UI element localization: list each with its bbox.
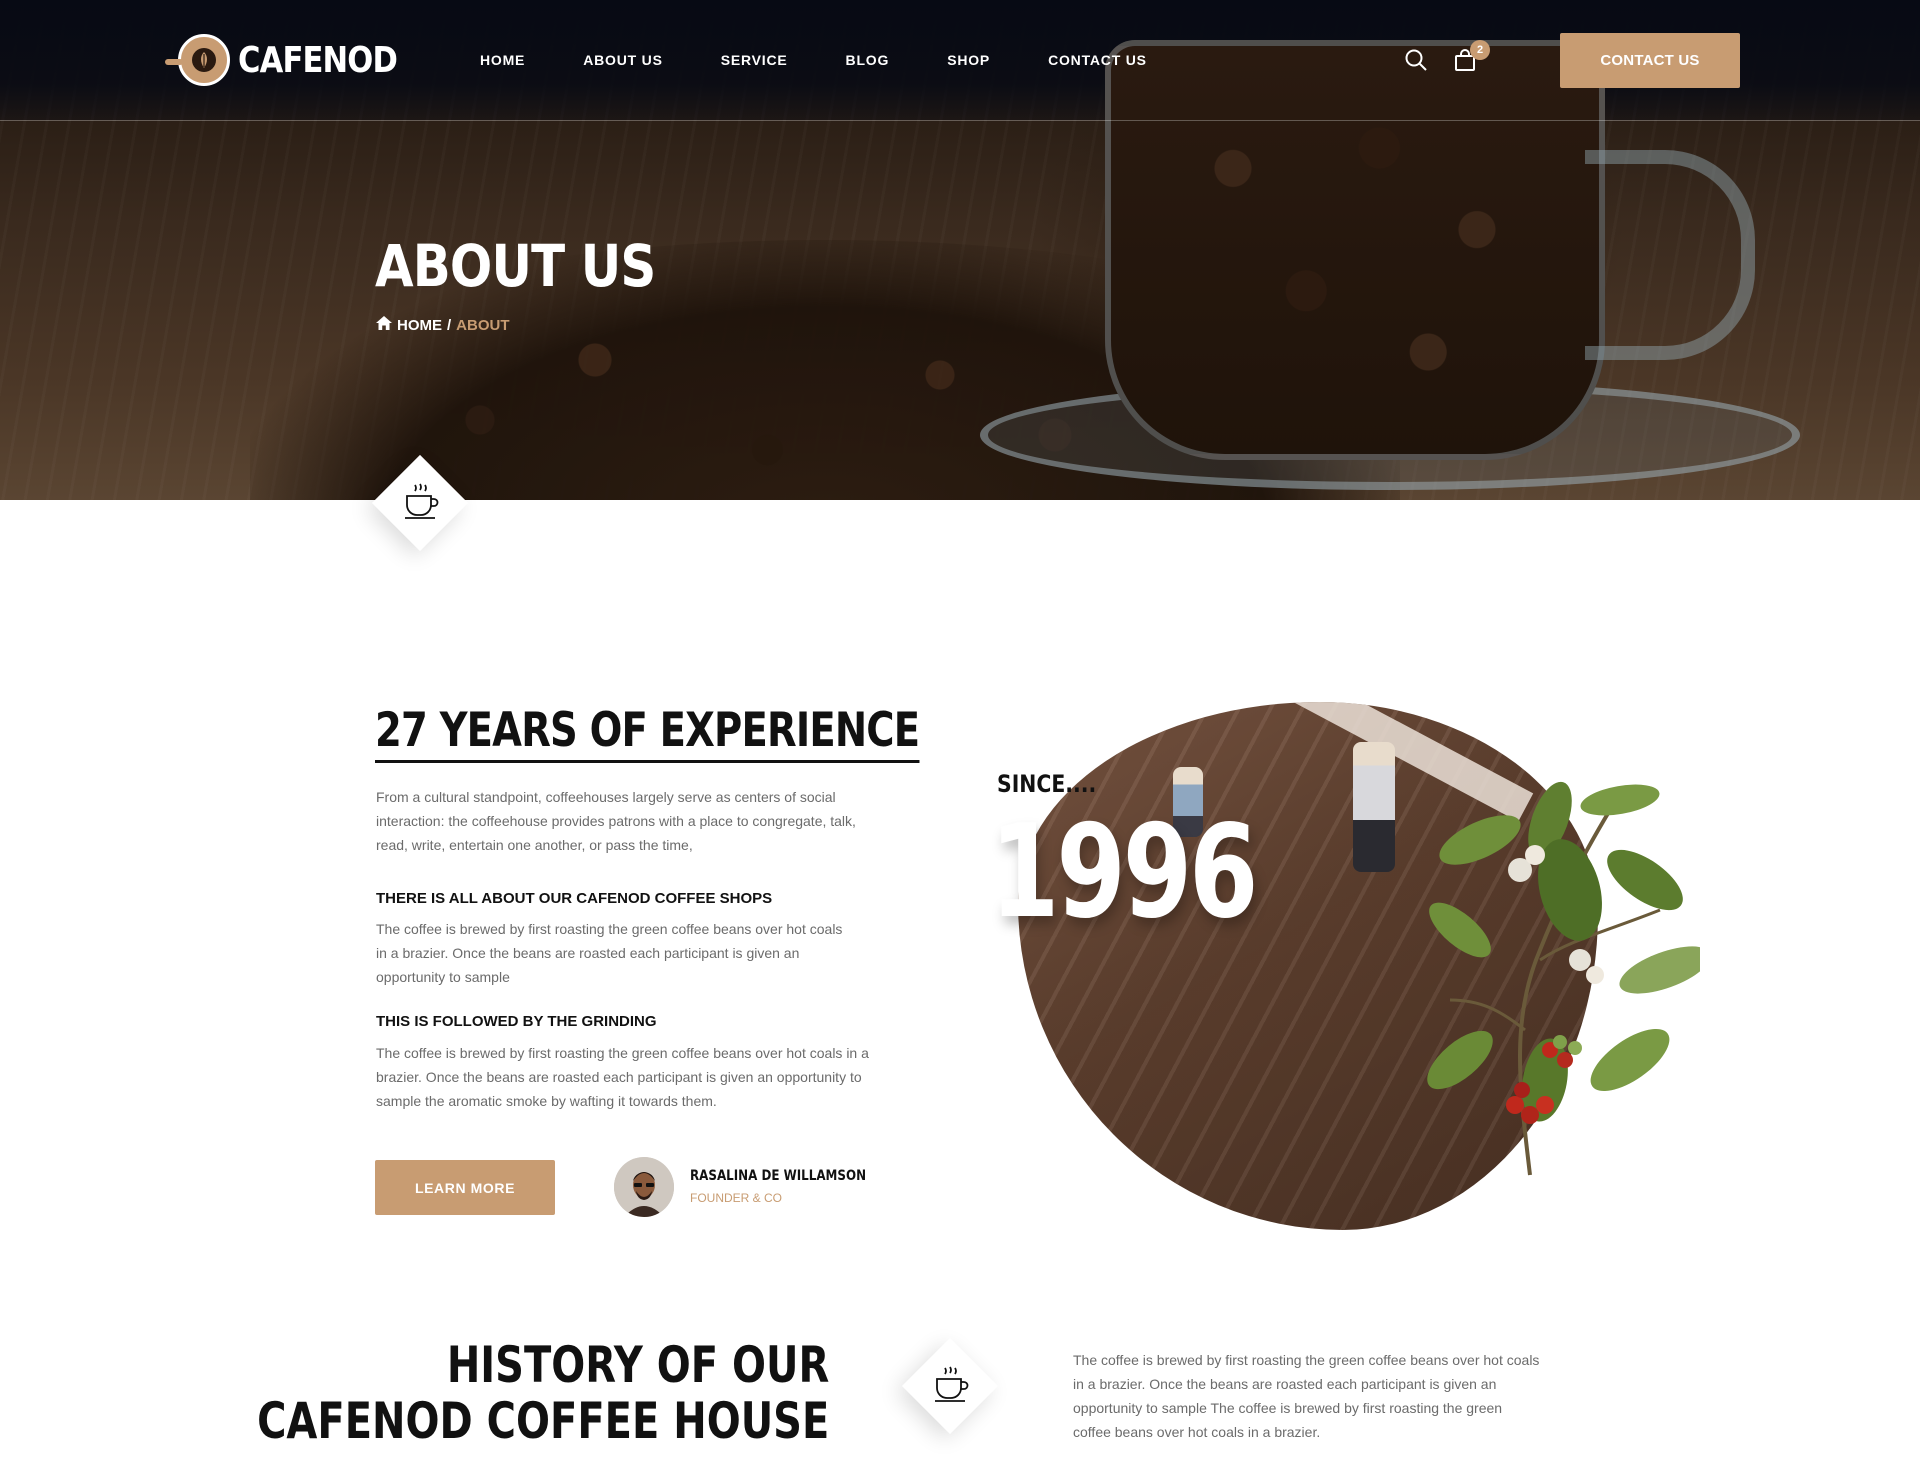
since-label: SINCE....	[997, 770, 1097, 798]
site-header: CAFENOD HOME ABOUT US SERVICE BLOG SHOP …	[0, 0, 1920, 121]
history-title-line2: CAFENOD COFFEE HOUSE	[256, 1392, 829, 1450]
history-title-line1: HISTORY OF OUR	[446, 1336, 830, 1394]
logo-text: CAFENOD	[238, 39, 398, 81]
section-heading-shops: THERE IS ALL ABOUT OUR CAFENOD COFFEE SH…	[376, 890, 773, 907]
breadcrumb: HOME / ABOUT	[376, 316, 510, 334]
history-title: HISTORY OF OUR CAFENOD COFFEE HOUSE	[257, 1337, 829, 1449]
section-heading-grinding: THIS IS FOLLOWED BY THE GRINDING	[376, 1013, 657, 1030]
founder-role: FOUNDER & CO	[690, 1191, 783, 1205]
founder-name: RASALINA DE WILLAMSON	[690, 1168, 867, 1184]
search-icon[interactable]	[1404, 48, 1428, 77]
history-text: The coffee is brewed by first roasting t…	[1073, 1352, 1540, 1440]
cup-handle	[1585, 150, 1755, 360]
coffee-cup-icon	[401, 481, 441, 526]
page-title: ABOUT US	[375, 232, 656, 300]
nav-shop[interactable]: SHOP	[947, 52, 990, 68]
home-icon	[376, 316, 392, 334]
experience-title: 27 YEARS OF EXPERIENCE	[375, 703, 920, 763]
learn-more-button[interactable]: LEARN MORE	[375, 1160, 555, 1215]
logo-mark-icon	[165, 34, 230, 86]
nav-contact-us[interactable]: CONTACT US	[1048, 52, 1147, 68]
logo[interactable]: CAFENOD	[165, 34, 425, 86]
breadcrumb-current: ABOUT	[456, 316, 510, 334]
nav-about-us[interactable]: ABOUT US	[583, 52, 663, 68]
section-text-grinding: The coffee is brewed by first roasting t…	[376, 1045, 869, 1109]
experience-intro: From a cultural standpoint, coffeehouses…	[376, 789, 856, 853]
coffee-plant-illustration	[1420, 760, 1711, 1185]
main-nav: HOME ABOUT US SERVICE BLOG SHOP CONTACT …	[480, 52, 1205, 68]
coffee-cup-icon	[931, 1364, 971, 1409]
avatar	[614, 1157, 674, 1217]
breadcrumb-home[interactable]: HOME	[397, 317, 442, 334]
section-text-shops: The coffee is brewed by first roasting t…	[376, 921, 843, 985]
nav-service[interactable]: SERVICE	[721, 52, 788, 68]
since-year: 1996	[990, 798, 1259, 947]
farmer-figure	[1353, 742, 1395, 872]
contact-us-button[interactable]: CONTACT US	[1560, 33, 1740, 88]
nav-home[interactable]: HOME	[480, 52, 525, 68]
nav-blog[interactable]: BLOG	[846, 52, 890, 68]
breadcrumb-separator: /	[447, 316, 452, 334]
cart-count-badge: 2	[1470, 40, 1490, 60]
